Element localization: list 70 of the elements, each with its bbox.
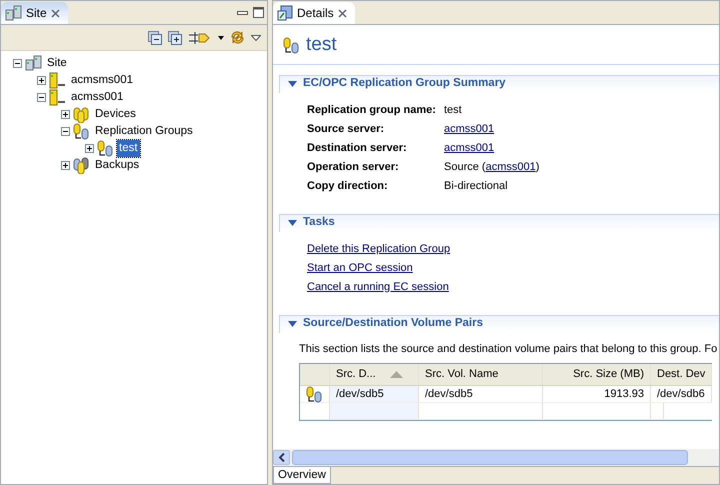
- backup-cylinders-icon: [73, 157, 90, 174]
- expand-toggle-icon[interactable]: [61, 161, 70, 170]
- collapse-all-icon[interactable]: [148, 30, 162, 44]
- page-title: test: [306, 33, 337, 57]
- horizontal-scrollbar[interactable]: [273, 449, 719, 466]
- close-icon[interactable]: [50, 8, 60, 18]
- site-icon: [25, 55, 42, 72]
- view-menu-icon[interactable]: [251, 34, 261, 40]
- section-description: This section lists the source and destination volume pairs that belong to this group. Fo: [299, 342, 718, 356]
- field-label: Copy direction:: [307, 178, 389, 194]
- replication-group-icon: [283, 36, 300, 54]
- server-icon: [49, 72, 66, 89]
- expanded-triangle-icon[interactable]: [288, 81, 297, 87]
- tree-item[interactable]: Site: [45, 54, 69, 72]
- collapse-toggle-icon[interactable]: [13, 59, 22, 68]
- expand-toggle-icon[interactable]: [85, 144, 94, 153]
- column-header[interactable]: Dest. Dev: [651, 364, 712, 385]
- caret-icon[interactable]: [218, 36, 224, 40]
- expanded-triangle-icon[interactable]: [288, 220, 297, 226]
- section-header[interactable]: Source/Destination Volume Pairs: [279, 314, 719, 332]
- replication-group-icon: [306, 386, 323, 402]
- field-value: test: [444, 104, 462, 116]
- details-icon: [277, 5, 293, 21]
- link-arrows-icon[interactable]: [188, 30, 212, 44]
- expand-toggle-icon[interactable]: [37, 76, 46, 85]
- field-value: Source (acmss001): [444, 160, 540, 175]
- field-label: Destination server:: [307, 140, 408, 156]
- section-header[interactable]: Tasks: [279, 214, 719, 232]
- task-link[interactable]: Cancel a running EC session: [307, 280, 449, 292]
- column-header[interactable]: Src. D...: [330, 364, 419, 385]
- tree-item[interactable]: acmsms001: [69, 72, 135, 90]
- field-value: Bi-directional: [444, 180, 508, 192]
- site-icon: [5, 4, 22, 22]
- table-cell: 1913.93: [543, 386, 651, 402]
- server-link[interactable]: acmss001: [444, 142, 494, 154]
- replication-group-icon: [73, 123, 90, 140]
- tree-item[interactable]: Devices: [93, 106, 138, 124]
- server-icon: [49, 89, 66, 106]
- cylinders-icon: [73, 106, 90, 123]
- task-link[interactable]: Start an OPC session: [307, 262, 413, 274]
- tree-item[interactable]: acmss001: [69, 88, 126, 106]
- section-header[interactable]: EC/OPC Replication Group Summary: [279, 74, 719, 92]
- expand-all-icon[interactable]: [168, 30, 182, 44]
- tree-item[interactable]: test: [117, 140, 140, 158]
- replication-group-icon: [97, 140, 114, 157]
- field-label: Source server:: [307, 122, 386, 137]
- expanded-triangle-icon[interactable]: [288, 321, 297, 327]
- server-link[interactable]: acmss001: [444, 122, 494, 135]
- table-cell: /dev/sdb5: [330, 386, 419, 402]
- expand-toggle-icon[interactable]: [61, 110, 70, 119]
- view-tab[interactable]: Details: [273, 2, 355, 24]
- table-cell: /dev/sdb6: [651, 386, 712, 402]
- minimize-icon[interactable]: [236, 10, 248, 14]
- view-tab[interactable]: Site: [1, 2, 68, 24]
- maximize-icon[interactable]: [253, 7, 264, 18]
- collapse-toggle-icon[interactable]: [37, 93, 46, 102]
- table-cell: /dev/sdb5: [419, 386, 543, 402]
- task-link[interactable]: Delete this Replication Group: [307, 242, 450, 254]
- server-link[interactable]: acmss001: [486, 160, 536, 173]
- tree-item[interactable]: Backups: [93, 156, 142, 174]
- column-header[interactable]: Src. Vol. Name: [419, 364, 543, 385]
- field-label: Operation server:: [307, 160, 400, 175]
- close-icon[interactable]: [338, 8, 347, 18]
- scroll-left-icon[interactable]: [278, 453, 284, 462]
- collapse-toggle-icon[interactable]: [61, 127, 70, 136]
- field-label: Replication group name:: [307, 102, 437, 118]
- editor-tab[interactable]: Overview: [273, 467, 331, 484]
- refresh-icon[interactable]: [230, 30, 245, 45]
- tree-item[interactable]: Replication Groups: [93, 122, 195, 140]
- column-header[interactable]: Src. Size (MB): [543, 364, 651, 385]
